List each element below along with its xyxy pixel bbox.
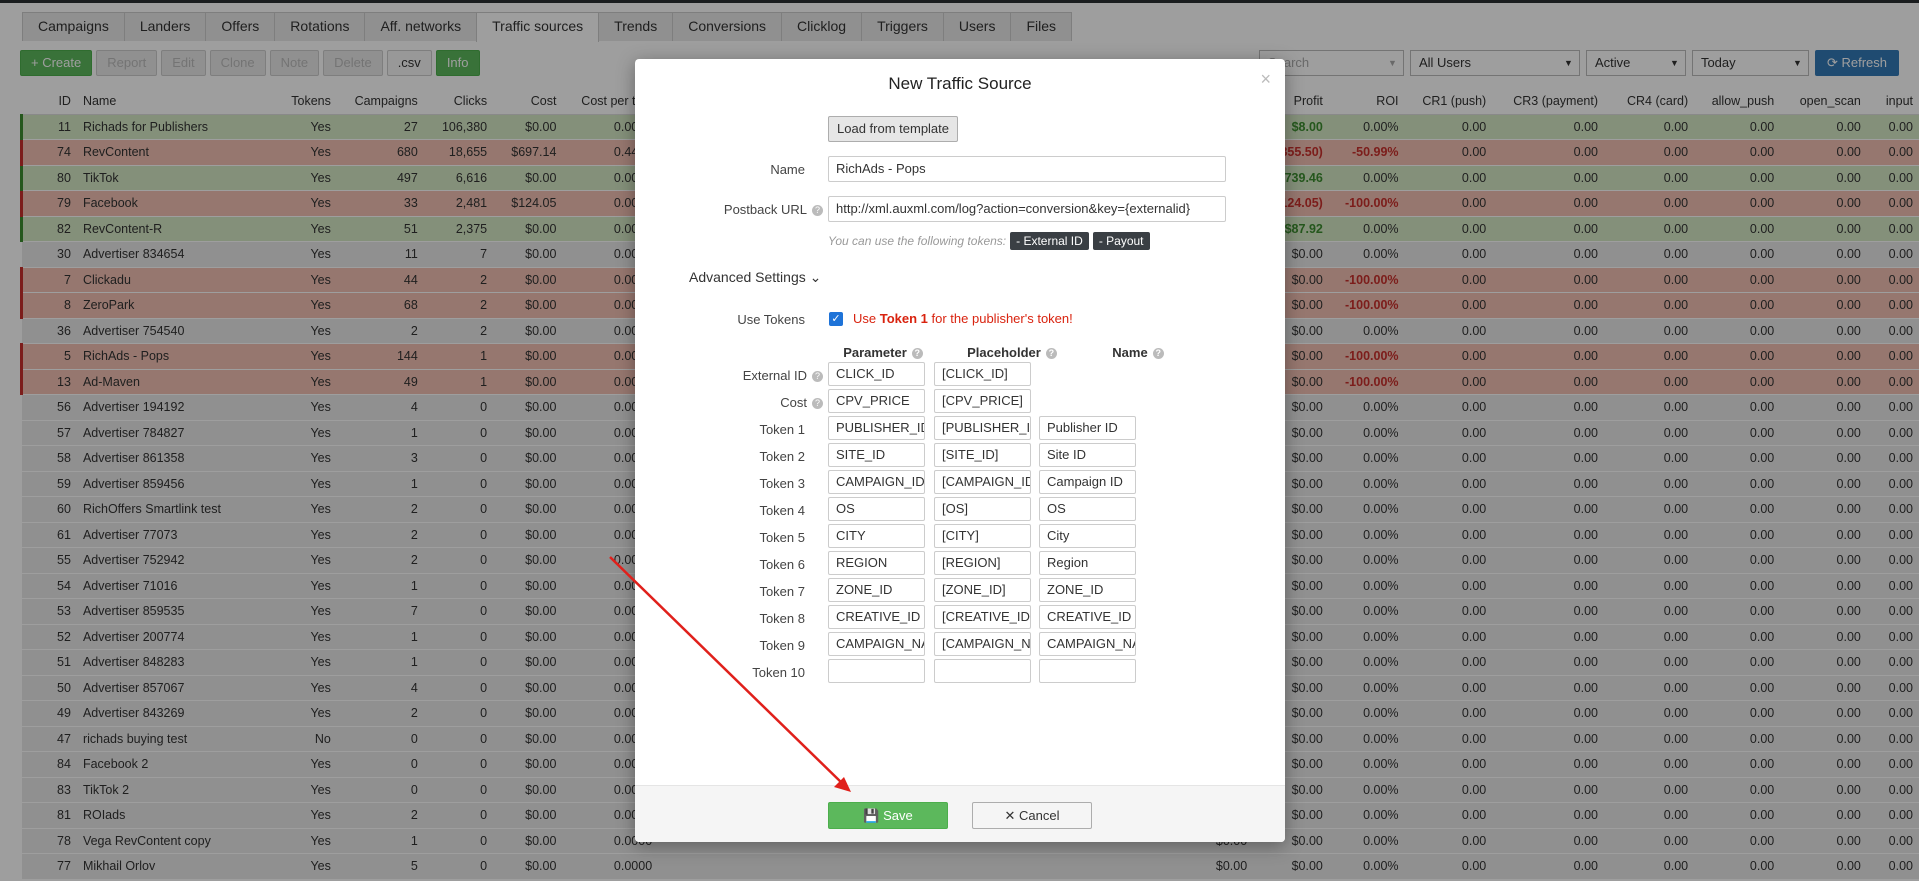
arrow-line: [609, 556, 846, 787]
annotation-arrow: [609, 556, 851, 792]
